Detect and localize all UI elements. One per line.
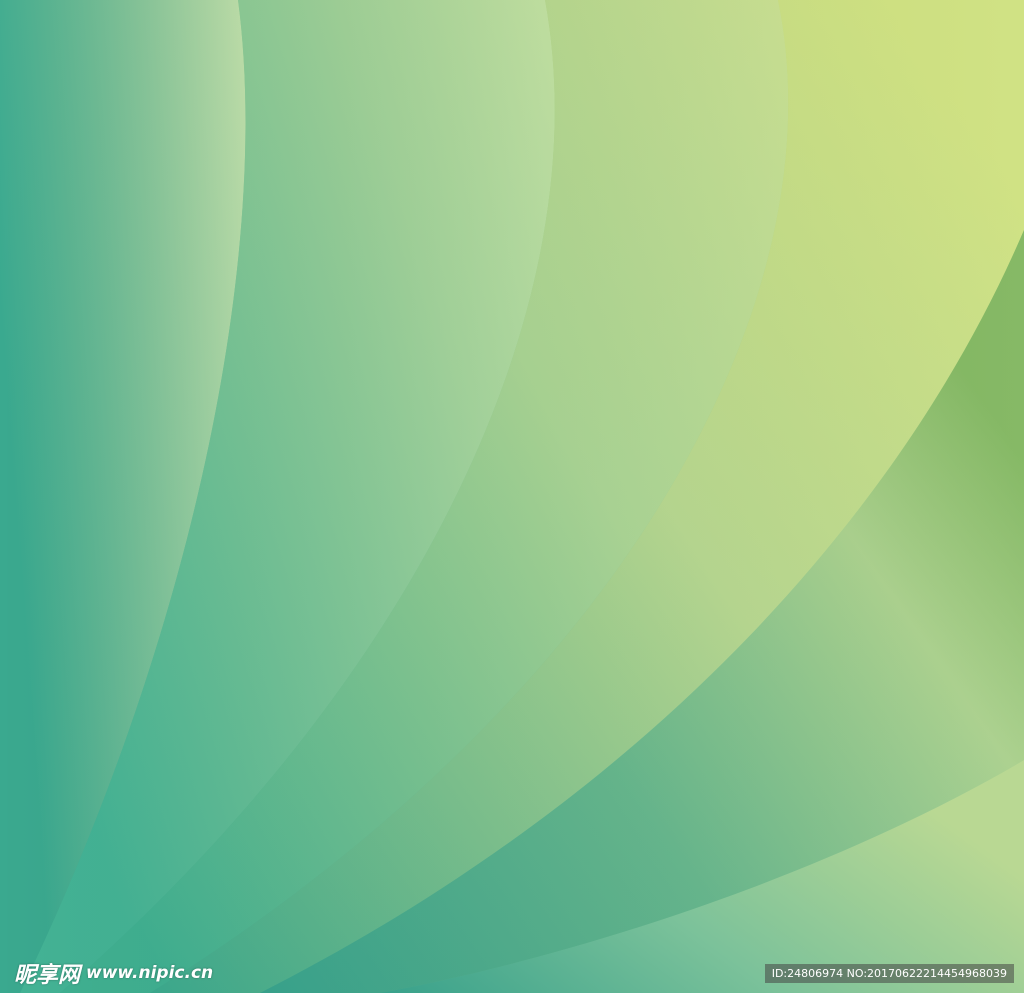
watermark-brand: 昵享网 [14,963,81,988]
wallpaper: 昵享网 www.nipic.cn ID:24806974 NO:20170622… [0,0,1024,993]
wave-background [0,0,1024,993]
watermark-logo: 昵享网 www.nipic.cn [14,958,213,988]
image-id-label: ID:24806974 NO:20170622214454968039 [764,964,1014,983]
watermark-site: www.nipic.cn [86,963,214,983]
